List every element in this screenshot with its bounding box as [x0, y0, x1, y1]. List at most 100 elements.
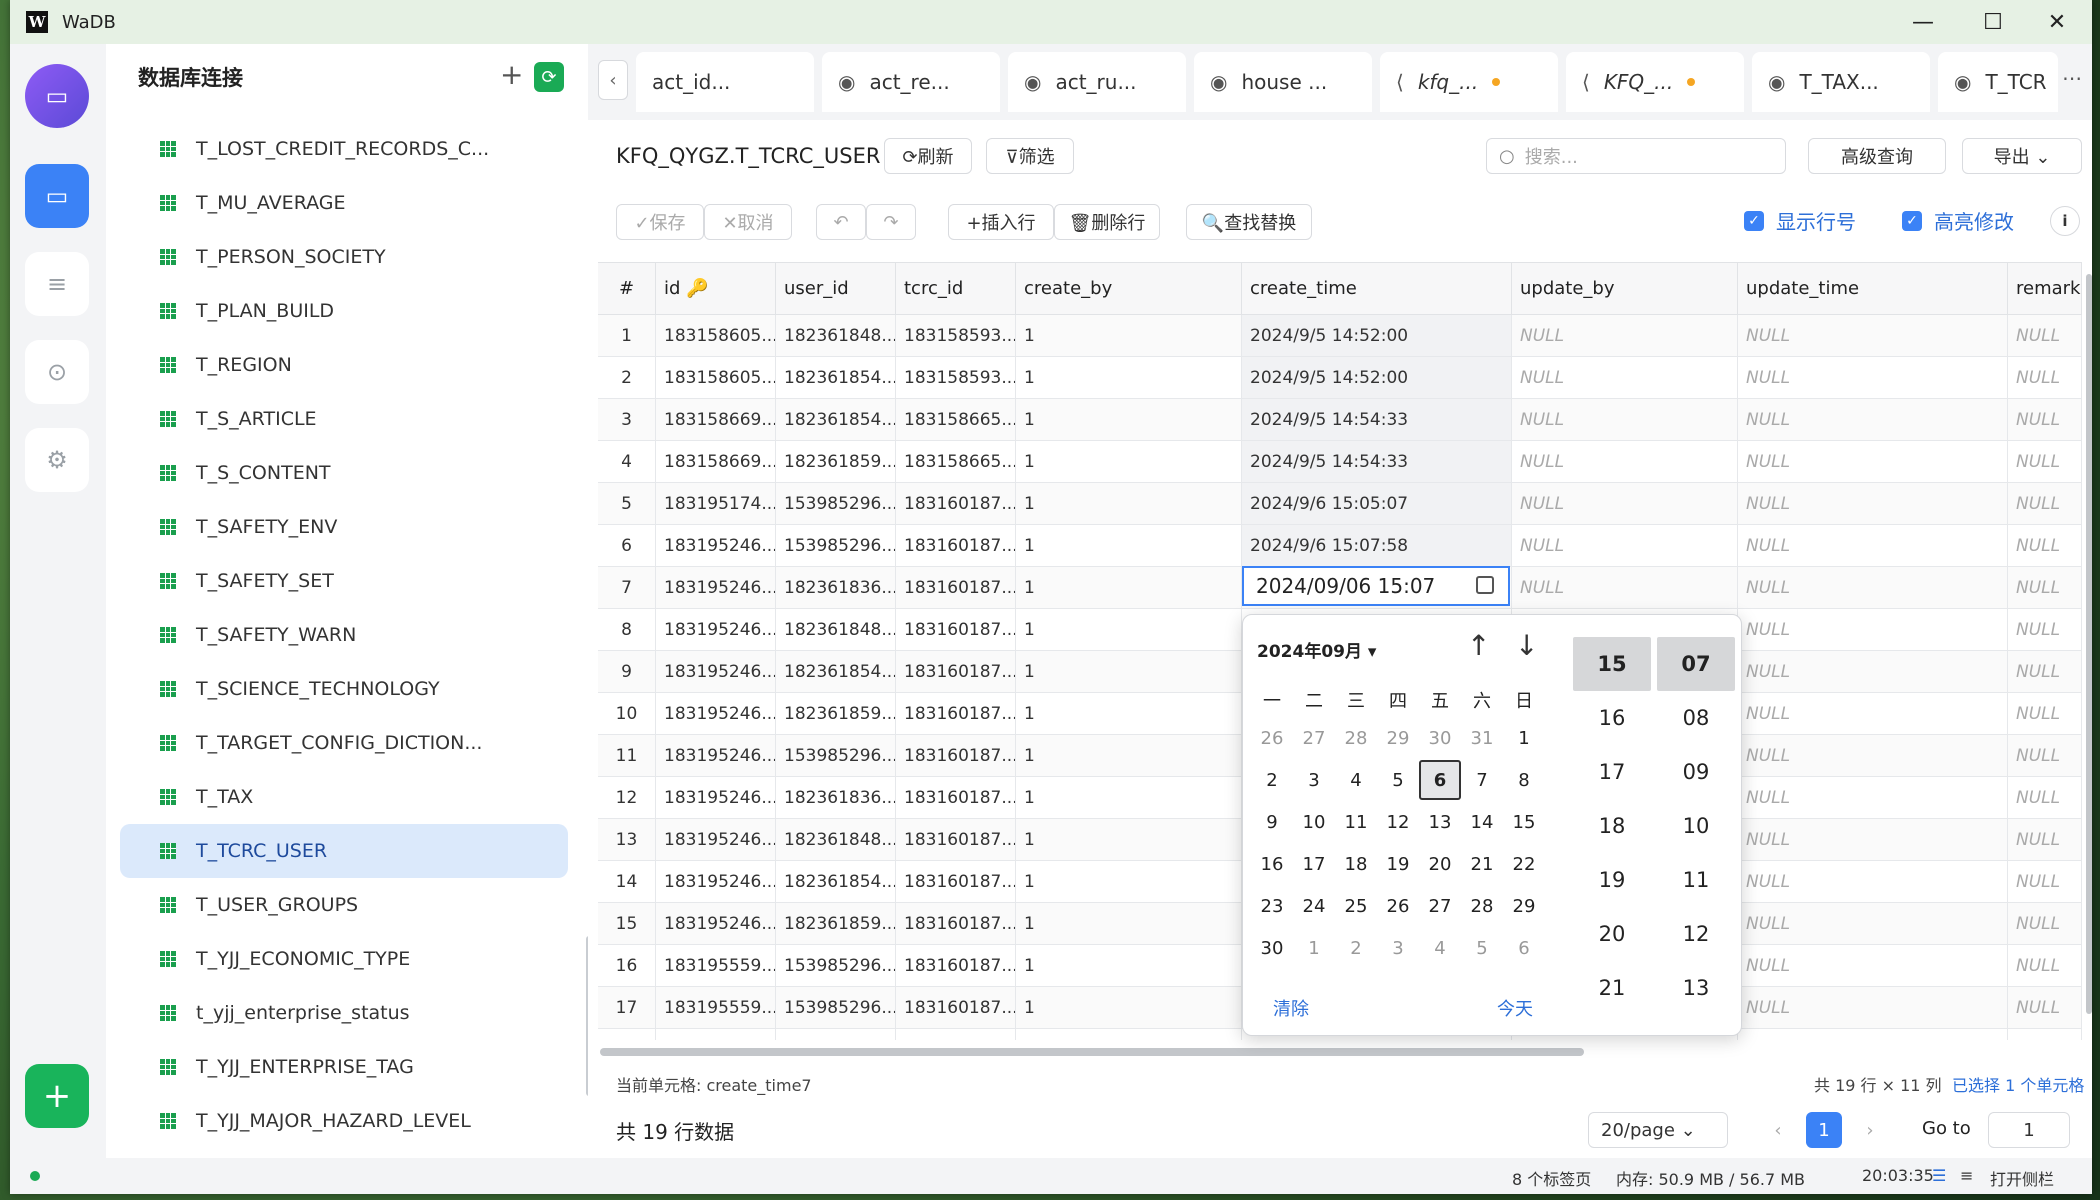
- database-nav-icon[interactable]: ▭: [25, 164, 89, 228]
- table-cell[interactable]: 183158593...: [896, 315, 1016, 356]
- more-icon[interactable]: ⋯: [2062, 66, 2082, 90]
- day-cell[interactable]: 31: [1461, 728, 1503, 749]
- day-cell[interactable]: 22: [1503, 854, 1545, 875]
- table-cell[interactable]: 182361836...: [776, 567, 896, 608]
- minute-option[interactable]: 09: [1657, 745, 1735, 799]
- column-header[interactable]: tcrc_id: [896, 263, 1016, 314]
- table-cell[interactable]: 183160187...: [896, 567, 1016, 608]
- day-cell[interactable]: 11: [1335, 812, 1377, 833]
- sidebar-item[interactable]: T_LOST_CREDIT_RECORDS_C...: [120, 122, 568, 176]
- table-cell[interactable]: 1: [1016, 525, 1242, 566]
- info-icon[interactable]: i: [2050, 206, 2080, 236]
- table-cell[interactable]: NULL: [2008, 861, 2082, 902]
- day-cell[interactable]: 6: [1503, 938, 1545, 959]
- table-cell[interactable]: 12: [598, 777, 656, 818]
- table-cell[interactable]: NULL: [1738, 651, 2008, 692]
- table-cell[interactable]: 183158665...: [896, 441, 1016, 482]
- table-cell[interactable]: 1: [1016, 735, 1242, 776]
- table-cell[interactable]: 183195174...: [656, 483, 776, 524]
- table-cell[interactable]: 183195246...: [656, 777, 776, 818]
- menu-icon[interactable]: ≡: [1960, 1166, 1973, 1185]
- table-cell[interactable]: 183160187...: [896, 693, 1016, 734]
- day-cell[interactable]: 7: [1461, 770, 1503, 791]
- open-sidebar-button[interactable]: 打开侧栏: [1990, 1166, 2054, 1190]
- list-view-icon[interactable]: ☰: [1932, 1166, 1946, 1185]
- hour-option[interactable]: 20: [1573, 907, 1651, 961]
- table-cell[interactable]: NULL: [1738, 777, 2008, 818]
- table-cell[interactable]: 2024/9/5 14:52:00: [1242, 357, 1512, 398]
- table-cell[interactable]: 1: [1016, 1029, 1242, 1040]
- day-cell[interactable]: 2: [1251, 770, 1293, 791]
- table-cell[interactable]: 182361836...: [776, 777, 896, 818]
- table-cell[interactable]: 1: [1016, 777, 1242, 818]
- table-cell[interactable]: NULL: [2008, 609, 2082, 650]
- minute-option[interactable]: 12: [1657, 907, 1735, 961]
- column-header[interactable]: update_by: [1512, 263, 1738, 314]
- table-cell[interactable]: 183158669...: [656, 441, 776, 482]
- table-cell[interactable]: NULL: [1512, 315, 1738, 356]
- day-cell[interactable]: 3: [1293, 770, 1335, 791]
- table-cell[interactable]: 183160187...: [896, 861, 1016, 902]
- table-cell[interactable]: 183158605...: [656, 357, 776, 398]
- day-cell[interactable]: 15: [1503, 812, 1545, 833]
- day-cell[interactable]: 6: [1419, 760, 1461, 800]
- table-cell[interactable]: NULL: [2008, 693, 2082, 734]
- day-cell[interactable]: 8: [1503, 770, 1545, 791]
- day-cell[interactable]: 25: [1335, 896, 1377, 917]
- table-cell[interactable]: 183160187...: [896, 945, 1016, 986]
- table-cell[interactable]: NULL: [1738, 315, 2008, 356]
- table-cell[interactable]: NULL: [1512, 525, 1738, 566]
- table-cell[interactable]: NULL: [1738, 609, 2008, 650]
- sidebar-item[interactable]: T_S_CONTENT: [120, 446, 568, 500]
- prev-page-button[interactable]: ‹: [1760, 1112, 1796, 1148]
- day-cell[interactable]: 13: [1419, 812, 1461, 833]
- table-cell[interactable]: 1: [1016, 903, 1242, 944]
- redo-button[interactable]: ↷: [866, 204, 916, 240]
- table-cell[interactable]: 15: [598, 903, 656, 944]
- day-cell[interactable]: 12: [1377, 812, 1419, 833]
- table-cell[interactable]: 182361848...: [776, 819, 896, 860]
- day-cell[interactable]: 27: [1293, 728, 1335, 749]
- table-cell[interactable]: NULL: [2008, 903, 2082, 944]
- table-cell[interactable]: 6: [598, 525, 656, 566]
- table-cell[interactable]: 183195246...: [656, 693, 776, 734]
- table-cell[interactable]: 183160187...: [896, 987, 1016, 1028]
- table-cell[interactable]: NULL: [2008, 567, 2082, 608]
- day-cell[interactable]: 1: [1503, 728, 1545, 749]
- day-cell[interactable]: 1: [1293, 938, 1335, 959]
- table-cell[interactable]: 1: [1016, 609, 1242, 650]
- day-cell[interactable]: 24: [1293, 896, 1335, 917]
- day-cell[interactable]: 18: [1335, 854, 1377, 875]
- filter-button[interactable]: ⊽筛选: [986, 138, 1074, 174]
- column-header[interactable]: update_time: [1738, 263, 2008, 314]
- table-cell[interactable]: 2: [598, 357, 656, 398]
- table-cell[interactable]: 183195246...: [656, 735, 776, 776]
- table-cell[interactable]: 153985296...: [776, 987, 896, 1028]
- sidebar-item[interactable]: T_PLAN_BUILD: [120, 284, 568, 338]
- search-input[interactable]: ○ 搜索...: [1486, 138, 1786, 174]
- table-cell[interactable]: NULL: [2008, 399, 2082, 440]
- table-cell[interactable]: 183160187...: [896, 777, 1016, 818]
- table-cell[interactable]: NULL: [1738, 945, 2008, 986]
- day-cell[interactable]: 30: [1419, 728, 1461, 749]
- table-cell[interactable]: NULL: [1738, 735, 2008, 776]
- table-cell[interactable]: 13: [598, 819, 656, 860]
- day-cell[interactable]: 4: [1335, 770, 1377, 791]
- table-cell[interactable]: NULL: [1738, 483, 2008, 524]
- link-nav-icon[interactable]: ⊙: [25, 340, 89, 404]
- close-button[interactable]: ✕: [2022, 0, 2092, 44]
- table-cell[interactable]: 183160187...: [896, 819, 1016, 860]
- table-cell[interactable]: NULL: [1738, 525, 2008, 566]
- table-cell[interactable]: NULL: [2008, 777, 2082, 818]
- minute-option[interactable]: 13: [1657, 961, 1735, 1015]
- table-cell[interactable]: NULL: [1512, 441, 1738, 482]
- table-cell[interactable]: NULL: [1738, 357, 2008, 398]
- sidebar-item[interactable]: t_yjj_enterprise_status: [120, 986, 568, 1040]
- table-cell[interactable]: NULL: [1738, 819, 2008, 860]
- table-cell[interactable]: 1: [1016, 861, 1242, 902]
- table-cell[interactable]: NULL: [2008, 441, 2082, 482]
- table-cell[interactable]: 182361859...: [776, 441, 896, 482]
- sidebar-item[interactable]: T_YJJ_ENTERPRISE_TAG: [120, 1040, 568, 1094]
- table-cell[interactable]: 1: [1016, 483, 1242, 524]
- table-cell[interactable]: 8: [598, 609, 656, 650]
